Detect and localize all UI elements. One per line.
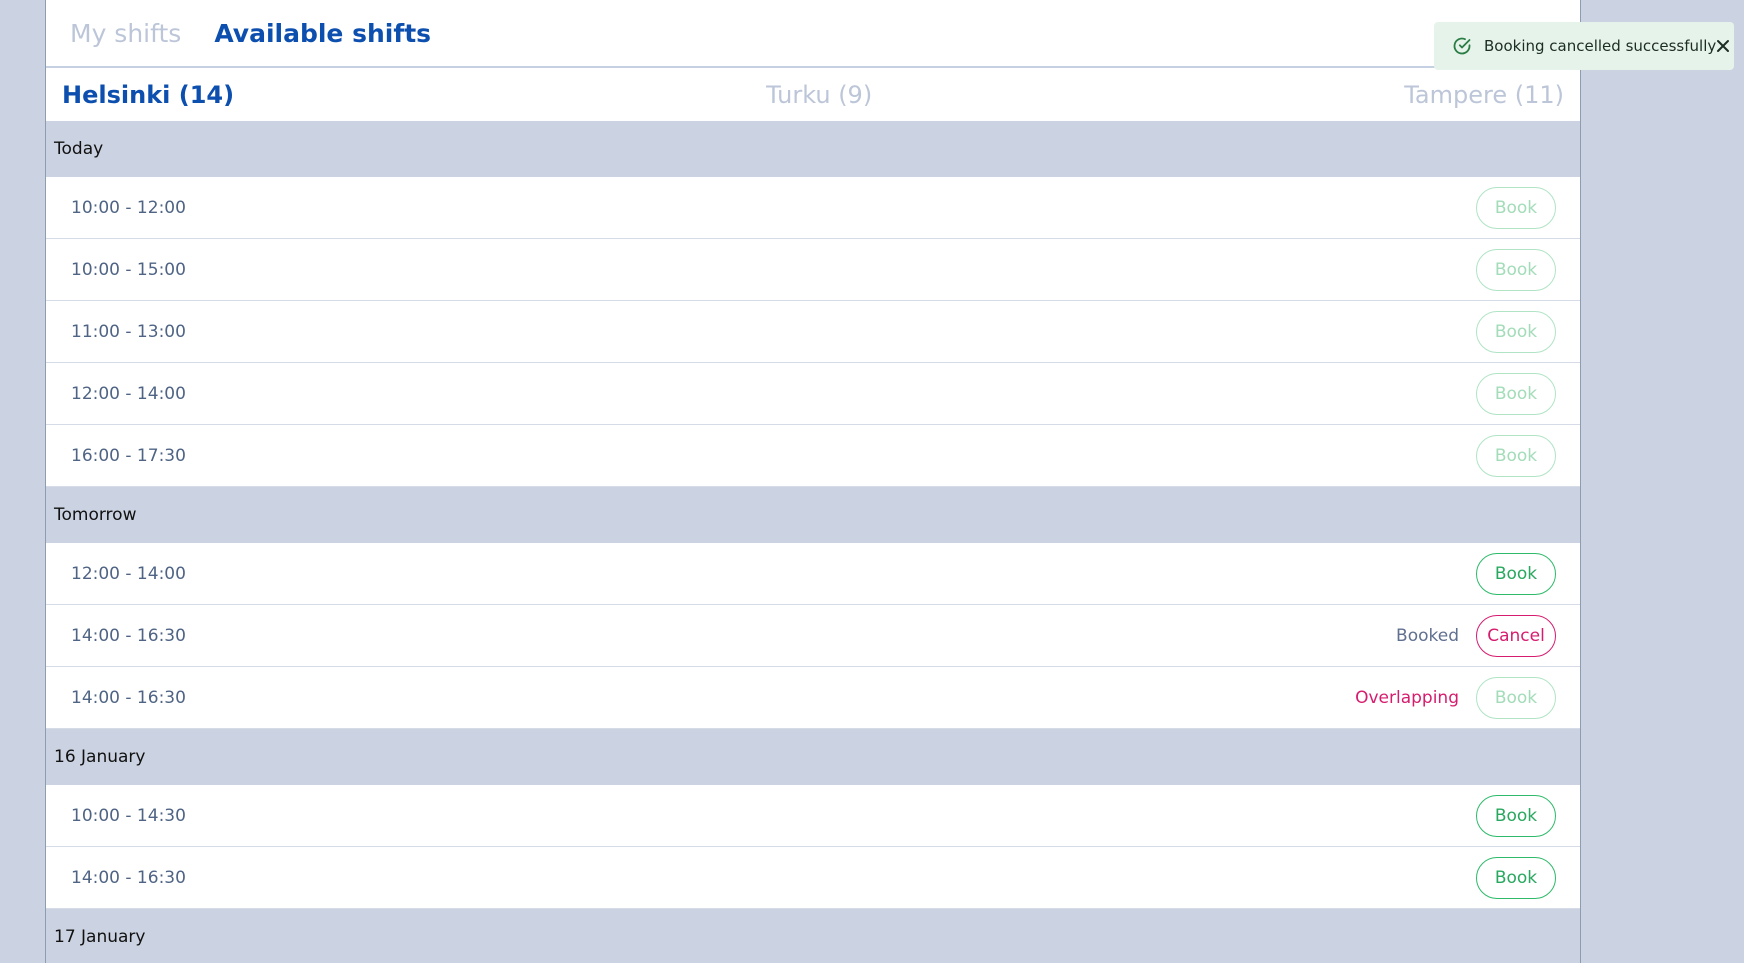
shift-row: 10:00 - 12:00 Book	[46, 177, 1580, 239]
shift-time: 14:00 - 16:30	[71, 687, 186, 708]
shift-row: 16:00 - 17:30 Book	[46, 425, 1580, 487]
shift-row: 12:00 - 14:00 Book	[46, 363, 1580, 425]
book-button: Book	[1476, 248, 1556, 291]
shift-time: 16:00 - 17:30	[71, 445, 186, 466]
book-button: Book	[1476, 310, 1556, 353]
book-button[interactable]: Book	[1476, 856, 1556, 899]
check-circle-icon	[1452, 35, 1472, 57]
shift-actions: Book	[1476, 248, 1556, 291]
city-tab-helsinki[interactable]: Helsinki (14)	[62, 81, 234, 109]
shift-actions: Book	[1476, 310, 1556, 353]
book-button[interactable]: Book	[1476, 552, 1556, 595]
shift-actions: Book	[1476, 552, 1556, 595]
shift-actions: Booked Cancel	[1396, 614, 1556, 657]
shift-time: 14:00 - 16:30	[71, 867, 186, 888]
shift-actions: Book	[1476, 186, 1556, 229]
shift-actions: Book	[1476, 434, 1556, 477]
shift-actions: Book	[1476, 372, 1556, 415]
booked-status: Booked	[1396, 625, 1459, 646]
book-button[interactable]: Book	[1476, 794, 1556, 837]
day-header: 16 January	[46, 729, 1580, 785]
shift-time: 12:00 - 14:00	[71, 563, 186, 584]
shift-time: 14:00 - 16:30	[71, 625, 186, 646]
book-button: Book	[1476, 372, 1556, 415]
tab-my-shifts[interactable]: My shifts	[70, 19, 181, 48]
city-tab-turku[interactable]: Turku (9)	[766, 81, 872, 109]
shift-time: 11:00 - 13:00	[71, 321, 186, 342]
book-button: Book	[1476, 434, 1556, 477]
city-tab-tampere[interactable]: Tampere (11)	[1404, 81, 1564, 109]
shift-row: 12:00 - 14:00 Book	[46, 543, 1580, 605]
shift-row: 14:00 - 16:30 Overlapping Book	[46, 667, 1580, 729]
overlapping-status: Overlapping	[1355, 687, 1459, 708]
shift-row: 10:00 - 15:00 Book	[46, 239, 1580, 301]
shift-row: 14:00 - 16:30 Booked Cancel	[46, 605, 1580, 667]
shift-row: 14:00 - 16:30 Book	[46, 847, 1580, 909]
shift-time: 12:00 - 14:00	[71, 383, 186, 404]
cancel-button[interactable]: Cancel	[1476, 614, 1556, 657]
shift-actions: Book	[1476, 794, 1556, 837]
day-header: 17 January	[46, 909, 1580, 963]
shift-actions: Book	[1476, 856, 1556, 899]
shift-actions: Overlapping Book	[1355, 676, 1556, 719]
book-button: Book	[1476, 186, 1556, 229]
toast-message: Booking cancelled successfully	[1484, 37, 1717, 55]
toast-notification: Booking cancelled successfully	[1434, 22, 1734, 70]
book-button: Book	[1476, 676, 1556, 719]
day-header: Tomorrow	[46, 487, 1580, 543]
close-icon[interactable]	[1716, 37, 1730, 55]
shift-row: 11:00 - 13:00 Book	[46, 301, 1580, 363]
shift-row: 10:00 - 14:30 Book	[46, 785, 1580, 847]
shift-time: 10:00 - 14:30	[71, 805, 186, 826]
shift-time: 10:00 - 15:00	[71, 259, 186, 280]
shift-list: Today 10:00 - 12:00 Book 10:00 - 15:00 Book 1…	[46, 121, 1580, 963]
city-tabs: Helsinki (14) Turku (9) Tampere (11)	[46, 68, 1580, 121]
shifts-panel: My shifts Available shifts Helsinki (14)…	[45, 0, 1581, 963]
tab-available-shifts[interactable]: Available shifts	[214, 19, 431, 48]
day-header: Today	[46, 121, 1580, 177]
main-tabs: My shifts Available shifts	[46, 0, 1580, 68]
shift-time: 10:00 - 12:00	[71, 197, 186, 218]
